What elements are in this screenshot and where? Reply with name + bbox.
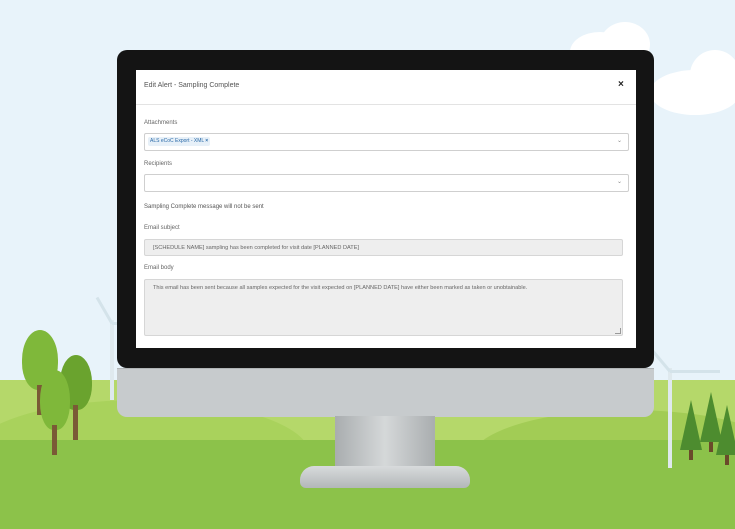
- close-icon[interactable]: ×: [618, 79, 624, 90]
- email-body-textarea[interactable]: This email has been sent because all sam…: [144, 279, 623, 336]
- edit-alert-dialog: Edit Alert - Sampling Complete × Attachm…: [136, 70, 636, 348]
- dialog-title: Edit Alert - Sampling Complete: [144, 82, 240, 89]
- monitor-stand-neck: [335, 416, 435, 471]
- tag-remove-icon[interactable]: ×: [205, 138, 208, 144]
- chevron-down-icon[interactable]: ⌄: [617, 178, 622, 185]
- chevron-down-icon[interactable]: ⌄: [617, 137, 622, 144]
- wind-turbine: [668, 368, 672, 468]
- resize-handle[interactable]: [615, 328, 621, 334]
- email-subject-label: Email subject: [144, 225, 180, 231]
- recipients-select[interactable]: ⌄: [144, 174, 629, 192]
- attachment-tag-label: ALS eCoC Export - XML: [150, 138, 205, 144]
- pine-trunk: [689, 450, 693, 460]
- monitor-stand-base: [300, 466, 470, 488]
- wind-turbine: [110, 320, 114, 400]
- pine-tree: [680, 400, 702, 450]
- email-body-text: This email has been sent because all sam…: [153, 285, 528, 291]
- status-message: Sampling Complete message will not be se…: [144, 204, 264, 210]
- monitor-chin: [117, 368, 654, 417]
- cloud: [690, 50, 735, 100]
- email-body-label: Email body: [144, 265, 174, 271]
- pine-trunk: [709, 442, 713, 452]
- pine-trunk: [725, 455, 729, 465]
- pine-tree: [716, 405, 735, 455]
- attachment-tag: ALS eCoC Export - XML×: [148, 137, 211, 146]
- dialog-header: Edit Alert - Sampling Complete ×: [136, 70, 636, 105]
- turbine-blade: [670, 370, 720, 373]
- email-subject-field[interactable]: [SCHEDULE NAME] sampling has been comple…: [144, 239, 623, 256]
- attachments-label: Attachments: [144, 120, 178, 126]
- recipients-label: Recipients: [144, 161, 173, 167]
- attachments-select[interactable]: ALS eCoC Export - XML× ⌄: [144, 133, 629, 151]
